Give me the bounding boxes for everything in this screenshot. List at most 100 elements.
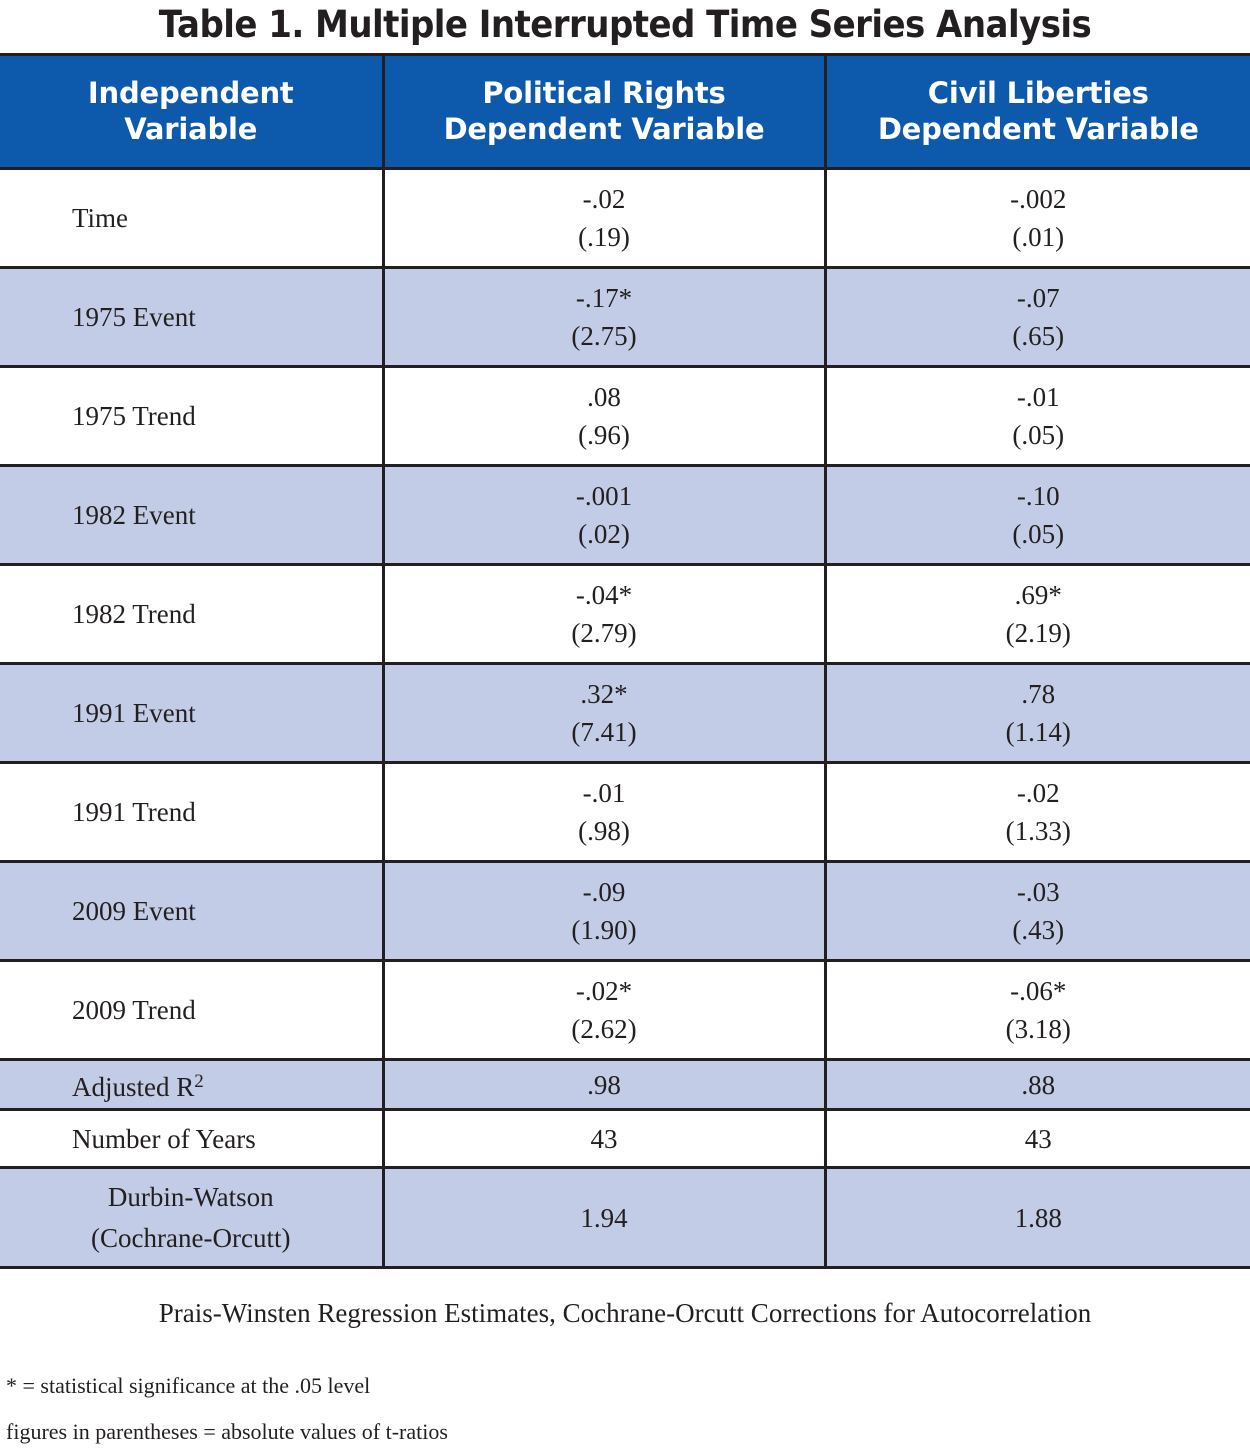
row-label: Time: [0, 168, 385, 269]
t-ratio: (2.79): [571, 618, 637, 648]
coefficient: -.01: [582, 778, 626, 808]
row-label: 2009 Trend: [0, 960, 385, 1061]
header-line-2: Variable: [124, 112, 258, 146]
cell-political-rights: .98: [381, 1059, 827, 1111]
table-row: 2009 Trend -.02* (2.62) -.06* (3.18): [0, 960, 1250, 1061]
cell-civil-liberties: .88: [823, 1059, 1250, 1111]
t-ratio: (2.19): [1005, 618, 1071, 648]
row-label: 1982 Event: [0, 465, 385, 566]
cell-civil-liberties: -.07 (.65): [823, 267, 1250, 368]
table-row-adjusted-r2: Adjusted R2 .98 .88: [0, 1059, 1250, 1111]
coefficient: -.03: [1016, 877, 1060, 907]
header-line-2: Dependent Variable: [443, 112, 765, 146]
cell-political-rights: -.001 (.02): [381, 465, 827, 566]
cell-civil-liberties: .69* (2.19): [823, 564, 1250, 665]
coefficient: .69*: [1014, 580, 1062, 610]
row-label: 1991 Event: [0, 663, 385, 764]
note-parentheses: figures in parentheses = absolute values…: [6, 1419, 448, 1444]
cell-civil-liberties: -.01 (.05): [823, 366, 1250, 467]
header-line-1: Civil Liberties: [927, 76, 1149, 110]
t-ratio: (.02): [578, 519, 630, 549]
row-label: 2009 Event: [0, 861, 385, 962]
t-ratio: (1.90): [571, 915, 637, 945]
cell-civil-liberties: -.06* (3.18): [823, 960, 1250, 1061]
durbin-watson-line-1: Durbin-Watson: [107, 1181, 274, 1212]
cell-political-rights: -.01 (.98): [381, 762, 827, 863]
t-ratio: (.98): [578, 816, 630, 846]
column-header-civil-liberties: Civil Liberties Dependent Variable: [823, 54, 1250, 169]
t-ratio: (.19): [578, 222, 630, 252]
table-row: 1975 Event -.17* (2.75) -.07 (.65): [0, 267, 1250, 368]
cell-political-rights: .08 (.96): [381, 366, 827, 467]
cell-civil-liberties: .78 (1.14): [823, 663, 1250, 764]
cell-civil-liberties: -.10 (.05): [823, 465, 1250, 566]
coefficient: .78: [1021, 679, 1056, 709]
durbin-watson-line-2: (Cochrane-Orcutt): [91, 1222, 291, 1253]
t-ratio: (.05): [1012, 420, 1065, 450]
table-body: Time -.02 (.19) -.002 (.01) 1975 Event -…: [0, 168, 1250, 1268]
header-row: Independent Variable Political Rights De…: [0, 54, 1250, 169]
t-ratio: (.01): [1012, 222, 1065, 252]
superscript-two: 2: [194, 1071, 204, 1092]
header-line-1: Independent: [87, 76, 294, 110]
page-title: Table 1. Multiple Interrupted Time Serie…: [158, 3, 1092, 46]
row-label-adjusted-r2: Adjusted R2: [0, 1059, 385, 1111]
coefficient: -.17*: [575, 283, 633, 313]
row-label: 1975 Event: [0, 267, 385, 368]
table-row: Time -.02 (.19) -.002 (.01): [0, 168, 1250, 269]
t-ratio: (.65): [1012, 321, 1065, 351]
cell-civil-liberties: 1.88: [823, 1167, 1250, 1268]
row-label: 1991 Trend: [0, 762, 385, 863]
footnotes: * = statistical significance at the .05 …: [0, 1329, 1250, 1455]
cell-political-rights: -.09 (1.90): [381, 861, 827, 962]
coefficient: -.09: [582, 877, 626, 907]
coefficient: .32*: [580, 679, 628, 709]
table-row: 2009 Event -.09 (1.90) -.03 (.43): [0, 861, 1250, 962]
column-header-independent-variable: Independent Variable: [0, 54, 385, 169]
coefficient: .08: [587, 382, 621, 412]
cell-civil-liberties: -.03 (.43): [823, 861, 1250, 962]
t-ratio: (1.33): [1005, 816, 1071, 846]
cell-political-rights: -.17* (2.75): [381, 267, 827, 368]
row-label-number-of-years: Number of Years: [0, 1109, 385, 1169]
coefficient: -.02: [582, 184, 626, 214]
coefficient: -.07: [1016, 283, 1060, 313]
coefficient: -.04*: [575, 580, 633, 610]
cell-political-rights: 43: [381, 1109, 827, 1169]
t-ratio: (2.62): [571, 1014, 637, 1044]
cell-civil-liberties: 43: [823, 1109, 1250, 1169]
mits-table: Independent Variable Political Rights De…: [0, 53, 1250, 1269]
cell-civil-liberties: -.02 (1.33): [823, 762, 1250, 863]
t-ratio: (.05): [1012, 519, 1065, 549]
column-header-political-rights: Political Rights Dependent Variable: [381, 54, 827, 169]
coefficient: -.10: [1016, 481, 1060, 511]
coefficient: -.06*: [1010, 976, 1067, 1006]
t-ratio: (3.18): [1005, 1014, 1071, 1044]
table-container: Independent Variable Political Rights De…: [0, 53, 1250, 1269]
cell-political-rights: -.02 (.19): [381, 168, 827, 269]
table-row: 1982 Trend -.04* (2.79) .69* (2.19): [0, 564, 1250, 665]
table-row: 1991 Trend -.01 (.98) -.02 (1.33): [0, 762, 1250, 863]
table-header: Independent Variable Political Rights De…: [0, 54, 1250, 169]
coefficient: -.02: [1016, 778, 1060, 808]
table-row-durbin-watson: Durbin-Watson (Cochrane-Orcutt) 1.94 1.8…: [0, 1167, 1250, 1268]
coefficient: -.002: [1010, 184, 1067, 214]
coefficient: -.02*: [575, 976, 633, 1006]
table-row: 1975 Trend .08 (.96) -.01 (.05): [0, 366, 1250, 467]
table-row-number-of-years: Number of Years 43 43: [0, 1109, 1250, 1169]
coefficient: -.01: [1016, 382, 1060, 412]
row-label: 1982 Trend: [0, 564, 385, 665]
cell-political-rights: -.04* (2.79): [381, 564, 827, 665]
cell-political-rights: -.02* (2.62): [381, 960, 827, 1061]
table-row: 1982 Event -.001 (.02) -.10 (.05): [0, 465, 1250, 566]
t-ratio: (.43): [1012, 915, 1065, 945]
cell-political-rights: .32* (7.41): [381, 663, 827, 764]
adjusted-r2-text: Adjusted R: [72, 1072, 195, 1102]
header-line-2: Dependent Variable: [877, 112, 1199, 146]
row-label-durbin-watson: Durbin-Watson (Cochrane-Orcutt): [0, 1167, 385, 1268]
cell-civil-liberties: -.002 (.01): [823, 168, 1250, 269]
row-label: 1975 Trend: [0, 366, 385, 467]
t-ratio: (7.41): [571, 717, 637, 747]
t-ratio: (2.75): [571, 321, 637, 351]
table-page: Table 1. Multiple Interrupted Time Serie…: [0, 0, 1250, 1450]
